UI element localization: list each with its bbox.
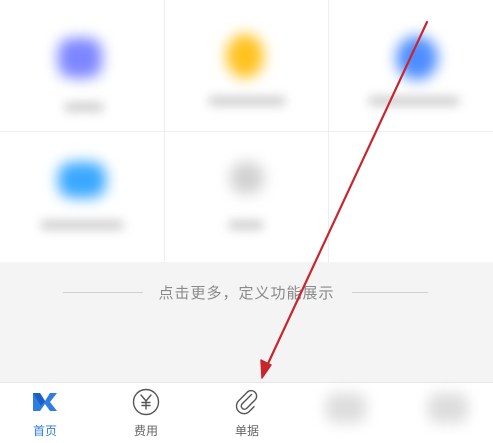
blurred-app-icon [58, 162, 106, 198]
blurred-app-icon [396, 36, 438, 80]
feature-tile[interactable] [22, 10, 142, 130]
blurred-app-icon [226, 34, 264, 78]
paperclip-icon [235, 389, 258, 415]
feature-tile[interactable] [186, 140, 306, 260]
feature-tile[interactable] [22, 140, 142, 260]
tab-home-label: 首页 [32, 424, 57, 438]
blurred-app-icon [58, 38, 102, 78]
more-hint-row[interactable]: 点击更多，定义功能展示 [0, 262, 493, 382]
tab-documents[interactable]: 单据 [207, 387, 287, 441]
blurred-tab[interactable] [428, 393, 468, 423]
blurred-label [64, 102, 104, 112]
yen-circle-icon [132, 388, 160, 416]
feature-tile[interactable] [186, 10, 306, 130]
tab-expense-label: 费用 [133, 424, 158, 438]
tab-documents-label: 单据 [234, 424, 259, 438]
more-hint-text: 点击更多，定义功能展示 [150, 284, 343, 302]
feature-grid [0, 0, 493, 262]
bottom-tab-bar: 首页 费用 单据 [0, 382, 493, 443]
grid-divider [0, 131, 493, 132]
blurred-label [208, 96, 286, 106]
blurred-app-icon [230, 162, 264, 194]
more-hint[interactable]: 点击更多，定义功能展示 [0, 282, 493, 303]
blurred-label [368, 96, 460, 106]
tab-home[interactable]: 首页 [5, 387, 85, 441]
tab-expense[interactable]: 费用 [106, 387, 186, 441]
feature-tile[interactable] [354, 10, 474, 130]
home-logo-icon [33, 393, 57, 411]
blurred-label [40, 220, 124, 230]
blurred-label [228, 220, 264, 230]
blurred-tab[interactable] [326, 393, 366, 423]
